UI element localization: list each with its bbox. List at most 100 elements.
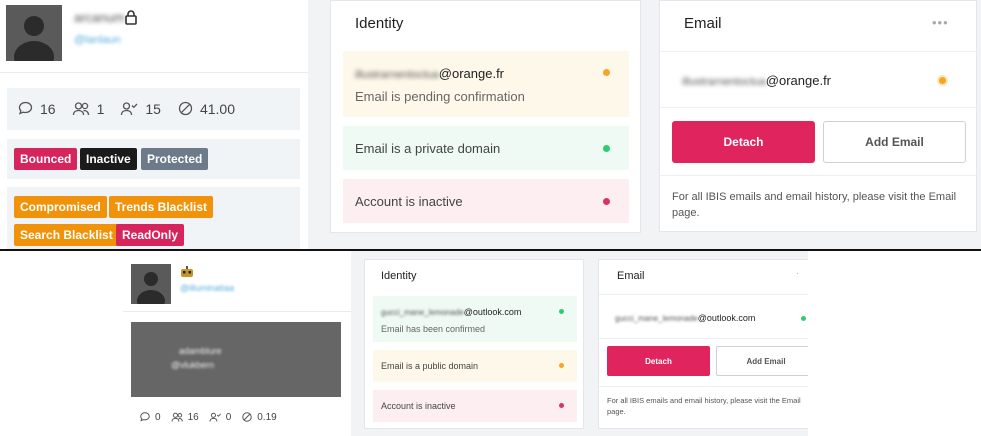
identity-account-row: Account is inactive [373, 390, 577, 422]
email-footer-note: For all IBIS emails and email history, p… [672, 191, 957, 219]
status-dot-red [603, 198, 610, 205]
badge-inactive[interactable]: Inactive [80, 148, 137, 170]
email-status-dot [937, 75, 948, 86]
badge-compromised[interactable]: Compromised [14, 196, 107, 218]
stat-value: 16 [187, 411, 199, 423]
email-address[interactable]: gucci_mane_lemonade@outlook.com [615, 313, 755, 323]
email-address[interactable]: illustrarnentoctua@orange.fr [682, 73, 831, 88]
stat-following: 15 [120, 100, 161, 117]
email-domain: @orange.fr [765, 73, 832, 88]
domain-status: Email is a public domain [381, 361, 479, 371]
avatar[interactable] [6, 5, 62, 61]
stat-comments: 16 [17, 100, 56, 117]
status-dot-orange [603, 69, 610, 76]
add-email-button[interactable]: Add Email [716, 346, 808, 376]
status-dot-green [801, 316, 806, 321]
status-dot-orange [559, 363, 564, 368]
user-check-icon [209, 412, 221, 422]
profile-handle[interactable]: @lanlaun [74, 34, 121, 46]
stat-followers: 16 [171, 411, 199, 423]
stat-comments: 0 [139, 411, 161, 423]
detach-button[interactable]: Detach [607, 346, 710, 376]
stats-row: 16 1 15 41.00 [17, 100, 251, 117]
status-dot-red [559, 403, 564, 408]
stat-value: 15 [145, 100, 161, 117]
stats-row: 0 16 0 0.19 [139, 411, 293, 423]
email-local-part: gucci_mane_lemonade [381, 308, 464, 317]
email-card-title: Email [684, 15, 722, 32]
stat-value: 1 [96, 100, 105, 117]
detach-button[interactable]: Detach [672, 121, 815, 163]
identity-email: gucci_mane_lemonade@outlook.com [381, 307, 521, 317]
divider [599, 386, 808, 387]
status-dot-orange [939, 77, 946, 84]
stat-followers: 1 [72, 100, 105, 117]
bottom-profile-card: @illuminatiaa adamblure @vlukbern 0 16 0… [123, 251, 351, 436]
badge-trends-blacklist[interactable]: Trends Blacklist [109, 196, 214, 218]
badge-protected[interactable]: Protected [141, 148, 209, 170]
status-dot-green [559, 309, 564, 314]
domain-status: Email is a private domain [355, 141, 501, 156]
lock-icon [123, 9, 139, 30]
stat-value: 41.00 [199, 100, 235, 117]
badge-readonly[interactable]: ReadOnly [116, 224, 185, 246]
profile-handle-text: @illuminatiaa [180, 283, 235, 293]
email-card: Email ••• illustrarnentoctua@orange.fr D… [659, 0, 978, 232]
bottom-panel: @illuminatiaa adamblure @vlukbern 0 16 0… [123, 251, 808, 436]
email-local-part: gucci_mane_lemonade [615, 314, 698, 323]
more-options-icon[interactable]: ••• [932, 15, 949, 30]
identity-title: Identity [355, 15, 404, 32]
profile-cover: adamblure @vlukbern [131, 322, 341, 397]
identity-card: Identity illustrarnentoctua@orange.fr Em… [330, 0, 641, 233]
email-footer-note: For all IBIS emails and email history, p… [607, 396, 801, 416]
profile-handle-text: @lanlaun [74, 34, 121, 46]
stat-value: 0 [155, 411, 161, 423]
account-status: Account is inactive [355, 194, 463, 209]
identity-domain-row: Email is a public domain [373, 350, 577, 382]
more-options-icon[interactable]: · [796, 268, 799, 279]
comment-icon [18, 101, 33, 115]
email-domain: @outlook.com [697, 313, 756, 323]
email-local-part: illustrarnentoctua [682, 76, 766, 88]
email-card: Email · gucci_mane_lemonade@outlook.com … [598, 259, 808, 429]
divider [123, 311, 351, 312]
comment-icon [140, 412, 150, 422]
cover-name: adamblure [179, 346, 222, 356]
divider [599, 294, 808, 295]
identity-domain-row: Email is a private domain [343, 126, 629, 170]
ban-icon [178, 101, 193, 116]
add-email-label: Add Email [746, 356, 786, 366]
divider [660, 107, 978, 108]
detach-label: Detach [723, 135, 764, 149]
identity-title: Identity [381, 270, 417, 282]
email-card-title: Email [617, 270, 645, 282]
detach-label: Detach [645, 356, 672, 366]
email-status: Email is pending confirmation [355, 89, 525, 104]
stat-score: 41.00 [177, 100, 235, 117]
top-panel: arcanum @lanlaun 16 1 15 41.00 Bounced I… [0, 0, 981, 249]
add-email-button[interactable]: Add Email [823, 121, 966, 163]
identity-email: illustrarnentoctua@orange.fr [355, 66, 504, 81]
badge-search-blacklist[interactable]: Search Blacklist [14, 224, 119, 246]
top-profile-card: arcanum @lanlaun 16 1 15 41.00 Bounced I… [0, 0, 308, 249]
stat-value: 0.19 [257, 411, 277, 423]
ban-icon [242, 412, 252, 422]
badge-bounced[interactable]: Bounced [14, 148, 78, 170]
stat-following: 0 [209, 411, 231, 423]
email-domain: @outlook.com [463, 307, 522, 317]
identity-card: Identity gucci_mane_lemonade@outlook.com… [364, 259, 584, 429]
account-status: Account is inactive [381, 401, 456, 411]
divider [660, 51, 978, 52]
identity-email-row: gucci_mane_lemonade@outlook.com Email ha… [373, 296, 577, 342]
avatar[interactable] [131, 264, 171, 304]
identity-email-row: illustrarnentoctua@orange.fr Email is pe… [343, 51, 629, 117]
stat-score: 0.19 [241, 411, 277, 423]
email-status: Email has been confirmed [381, 324, 486, 334]
robot-icon [180, 265, 194, 283]
stat-value: 16 [40, 100, 56, 117]
profile-name: arcanum [74, 10, 125, 25]
profile-handle[interactable]: @illuminatiaa [180, 283, 234, 293]
status-dot-green [603, 145, 610, 152]
divider [0, 72, 308, 73]
email-local-part: illustrarnentoctua [355, 69, 439, 81]
